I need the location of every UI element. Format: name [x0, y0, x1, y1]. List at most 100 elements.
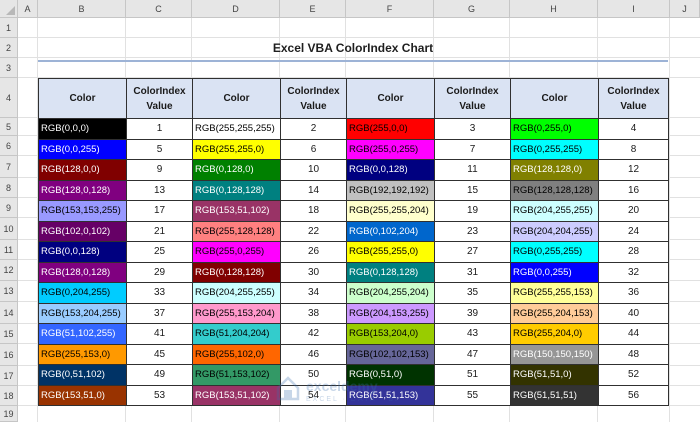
- colorindex-value-cell[interactable]: 27: [434, 241, 511, 263]
- color-swatch-cell[interactable]: RGB(204,153,255): [346, 302, 435, 324]
- row-header-14[interactable]: 14: [0, 302, 18, 324]
- color-swatch-cell[interactable]: RGB(0,128,128): [192, 179, 281, 201]
- color-swatch-cell[interactable]: RGB(128,0,0): [38, 159, 127, 181]
- colorindex-value-cell[interactable]: 14: [280, 179, 347, 201]
- row-header-5[interactable]: 5: [0, 118, 18, 136]
- colorindex-value-cell[interactable]: 25: [126, 241, 193, 263]
- color-swatch-cell[interactable]: RGB(51,51,0): [510, 364, 599, 386]
- colorindex-value-cell[interactable]: 28: [598, 241, 669, 263]
- colorindex-value-cell[interactable]: 8: [598, 138, 669, 160]
- color-swatch-cell[interactable]: RGB(204,204,255): [510, 220, 599, 242]
- row-header-16[interactable]: 16: [0, 344, 18, 366]
- colorindex-value-cell[interactable]: 54: [280, 384, 347, 406]
- color-swatch-cell[interactable]: RGB(0,204,255): [38, 282, 127, 304]
- column-header-d[interactable]: D: [192, 0, 280, 18]
- colorindex-value-cell[interactable]: 16: [598, 179, 669, 201]
- colorindex-value-cell[interactable]: 20: [598, 200, 669, 222]
- color-swatch-cell[interactable]: RGB(255,153,0): [38, 343, 127, 365]
- color-swatch-cell[interactable]: RGB(0,0,255): [38, 138, 127, 160]
- color-swatch-cell[interactable]: RGB(128,0,128): [38, 179, 127, 201]
- colorindex-value-cell[interactable]: 29: [126, 261, 193, 283]
- row-header-19[interactable]: 19: [0, 406, 18, 422]
- colorindex-value-cell[interactable]: 34: [280, 282, 347, 304]
- column-header-a[interactable]: A: [18, 0, 38, 18]
- row-header-4[interactable]: 4: [0, 78, 18, 118]
- colorindex-value-cell[interactable]: 39: [434, 302, 511, 324]
- row-header-17[interactable]: 17: [0, 366, 18, 386]
- row-header-10[interactable]: 10: [0, 218, 18, 240]
- colorindex-value-cell[interactable]: 55: [434, 384, 511, 406]
- color-swatch-cell[interactable]: RGB(0,51,102): [38, 364, 127, 386]
- colorindex-value-cell[interactable]: 33: [126, 282, 193, 304]
- color-swatch-cell[interactable]: RGB(128,128,0): [510, 159, 599, 181]
- row-header-7[interactable]: 7: [0, 156, 18, 178]
- color-swatch-cell[interactable]: RGB(255,255,0): [346, 241, 435, 263]
- color-swatch-cell[interactable]: RGB(51,204,204): [192, 323, 281, 345]
- color-swatch-cell[interactable]: RGB(0,102,204): [346, 220, 435, 242]
- colorindex-value-cell[interactable]: 2: [280, 118, 347, 140]
- colorindex-value-cell[interactable]: 42: [280, 323, 347, 345]
- color-swatch-cell[interactable]: RGB(0,0,255): [510, 261, 599, 283]
- color-swatch-cell[interactable]: RGB(255,0,0): [346, 118, 435, 140]
- colorindex-value-cell[interactable]: 36: [598, 282, 669, 304]
- color-swatch-cell[interactable]: RGB(255,204,0): [510, 323, 599, 345]
- colorindex-value-cell[interactable]: 49: [126, 364, 193, 386]
- color-swatch-cell[interactable]: RGB(153,204,0): [346, 323, 435, 345]
- colorindex-value-cell[interactable]: 12: [598, 159, 669, 181]
- color-swatch-cell[interactable]: RGB(153,204,255): [38, 302, 127, 324]
- column-header-h[interactable]: H: [510, 0, 598, 18]
- color-swatch-cell[interactable]: RGB(0,0,128): [38, 241, 127, 263]
- column-header-j[interactable]: J: [670, 0, 700, 18]
- select-all-corner[interactable]: [0, 0, 18, 18]
- color-swatch-cell[interactable]: RGB(102,0,102): [38, 220, 127, 242]
- color-swatch-cell[interactable]: RGB(0,128,128): [346, 261, 435, 283]
- color-swatch-cell[interactable]: RGB(192,192,192): [346, 179, 435, 201]
- column-header-g[interactable]: G: [434, 0, 510, 18]
- colorindex-value-cell[interactable]: 35: [434, 282, 511, 304]
- color-swatch-cell[interactable]: RGB(255,128,128): [192, 220, 281, 242]
- color-swatch-cell[interactable]: RGB(255,153,204): [192, 302, 281, 324]
- header-colorindex[interactable]: ColorIndex Value: [434, 78, 511, 119]
- colorindex-value-cell[interactable]: 26: [280, 241, 347, 263]
- row-header-9[interactable]: 9: [0, 198, 18, 218]
- colorindex-value-cell[interactable]: 6: [280, 138, 347, 160]
- color-swatch-cell[interactable]: RGB(0,0,0): [38, 118, 127, 140]
- colorindex-value-cell[interactable]: 1: [126, 118, 193, 140]
- colorindex-value-cell[interactable]: 21: [126, 220, 193, 242]
- colorindex-value-cell[interactable]: 22: [280, 220, 347, 242]
- color-swatch-cell[interactable]: RGB(51,51,51): [510, 384, 599, 406]
- row-header-12[interactable]: 12: [0, 260, 18, 281]
- color-swatch-cell[interactable]: RGB(0,255,0): [510, 118, 599, 140]
- color-swatch-cell[interactable]: RGB(255,102,0): [192, 343, 281, 365]
- colorindex-value-cell[interactable]: 47: [434, 343, 511, 365]
- colorindex-value-cell[interactable]: 52: [598, 364, 669, 386]
- color-swatch-cell[interactable]: RGB(0,128,0): [192, 159, 281, 181]
- color-swatch-cell[interactable]: RGB(0,255,255): [510, 138, 599, 160]
- colorindex-value-cell[interactable]: 10: [280, 159, 347, 181]
- colorindex-value-cell[interactable]: 53: [126, 384, 193, 406]
- row-header-13[interactable]: 13: [0, 281, 18, 302]
- colorindex-value-cell[interactable]: 17: [126, 200, 193, 222]
- color-swatch-cell[interactable]: RGB(255,255,204): [346, 200, 435, 222]
- colorindex-value-cell[interactable]: 46: [280, 343, 347, 365]
- color-swatch-cell[interactable]: RGB(153,153,255): [38, 200, 127, 222]
- color-swatch-cell[interactable]: RGB(204,255,255): [192, 282, 281, 304]
- row-header-1[interactable]: 1: [0, 18, 18, 38]
- column-header-i[interactable]: I: [598, 0, 670, 18]
- color-swatch-cell[interactable]: RGB(150,150,150): [510, 343, 599, 365]
- color-swatch-cell[interactable]: RGB(255,0,255): [192, 241, 281, 263]
- color-swatch-cell[interactable]: RGB(0,0,128): [346, 159, 435, 181]
- colorindex-value-cell[interactable]: 32: [598, 261, 669, 283]
- header-color[interactable]: Color: [510, 78, 599, 119]
- color-swatch-cell[interactable]: RGB(153,51,0): [38, 384, 127, 406]
- row-header-15[interactable]: 15: [0, 324, 18, 344]
- header-colorindex[interactable]: ColorIndex Value: [126, 78, 193, 119]
- colorindex-value-cell[interactable]: 19: [434, 200, 511, 222]
- color-swatch-cell[interactable]: RGB(0,51,0): [346, 364, 435, 386]
- color-swatch-cell[interactable]: RGB(153,51,102): [192, 200, 281, 222]
- color-swatch-cell[interactable]: RGB(153,51,102): [192, 384, 281, 406]
- colorindex-value-cell[interactable]: 45: [126, 343, 193, 365]
- colorindex-value-cell[interactable]: 31: [434, 261, 511, 283]
- column-header-c[interactable]: C: [126, 0, 192, 18]
- colorindex-value-cell[interactable]: 44: [598, 323, 669, 345]
